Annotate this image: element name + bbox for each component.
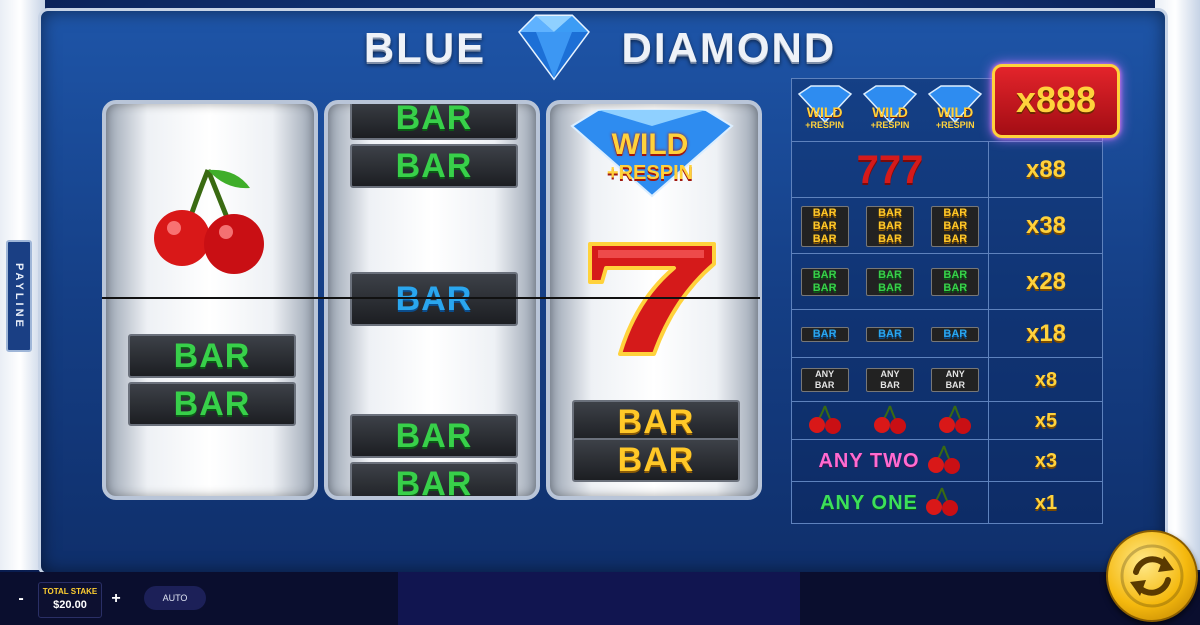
title-right: DIAMOND — [621, 24, 837, 72]
decrease-stake-button[interactable]: - — [10, 588, 32, 610]
wild-label: WILD — [611, 128, 689, 161]
cherry-icon — [926, 444, 962, 479]
reel1-bar-bottom: BAR — [128, 382, 296, 426]
respin-label: +RESPIN — [606, 162, 694, 184]
single-bar-icon: BAR — [931, 326, 980, 342]
top-prize-multiplier: x888 — [992, 64, 1120, 138]
single-bar-icon: BAR — [865, 326, 914, 342]
reel1-bar-top: BAR — [128, 334, 296, 378]
wild-diamond-icon: WILD +RESPIN — [795, 84, 855, 136]
cherry-icon — [872, 404, 908, 439]
reel-3: WILD +RESPIN BAR BAR — [546, 100, 762, 500]
double-bar-icon: BAR BAR — [800, 268, 849, 296]
triple-bar-icon: BAR BAR BAR — [931, 205, 980, 247]
double-bar-icon: BAR BAR — [931, 268, 980, 296]
paytable-row-triple-bar: BAR BAR BAR BAR BAR BAR BAR BAR BAR x38 — [792, 197, 1102, 254]
auto-spin-button[interactable]: AUTO — [144, 586, 206, 610]
title-left: BLUE — [363, 24, 487, 72]
single-bar-icon: BAR — [800, 326, 849, 342]
payline-line — [102, 297, 760, 299]
any-two-label: ANY TWO — [818, 449, 920, 472]
reel2-bar-3: BAR — [350, 414, 518, 458]
diamond-icon — [506, 10, 602, 92]
wild-diamond-icon: WILD +RESPIN — [925, 84, 985, 136]
stake-label: TOTAL STAKE — [42, 587, 98, 596]
triple-bar-icon: BAR BAR BAR — [800, 205, 849, 247]
reel-1: BAR BAR — [102, 100, 318, 500]
cherry-icon — [807, 404, 843, 439]
paytable-mult-any-bar: x8 — [988, 358, 1103, 402]
total-stake-display: TOTAL STAKE $20.00 — [38, 582, 102, 618]
paytable-mult-double-bar: x28 — [988, 254, 1103, 310]
any-bar-icon: ANY BAR — [931, 368, 980, 392]
control-bar-center — [398, 572, 800, 625]
respin-label: +RESPIN — [805, 120, 845, 130]
cherry-icon — [146, 160, 276, 283]
respin-label: +RESPIN — [870, 120, 910, 130]
wild-label: WILD — [872, 104, 908, 120]
spin-arrows-icon — [1120, 544, 1184, 608]
triple-bar-icon: BAR BAR BAR — [865, 205, 914, 247]
increase-stake-button[interactable]: + — [105, 588, 127, 610]
paytable-row-777: 777 x88 — [792, 141, 1102, 198]
paytable-mult-triple-bar: x38 — [988, 198, 1103, 254]
reel2-bar-2: BAR — [350, 144, 518, 188]
wild-diamond-icon: WILD +RESPIN — [860, 84, 920, 136]
any-bar-icon: ANY BAR — [865, 368, 914, 392]
paytable-row-any-one: ANY ONE x1 — [792, 481, 1102, 524]
wild-label: WILD — [806, 104, 843, 120]
paytable: WILD +RESPIN WILD +RESPIN WILD +RESPIN 7… — [791, 78, 1103, 524]
reel3-bar-bottom: BAR — [572, 438, 740, 482]
seven-icon: 777 — [856, 147, 924, 192]
double-bar-icon: BAR BAR — [865, 268, 914, 296]
reel-2: BAR BAR BAR BAR BAR — [324, 100, 540, 500]
any-bar-icon: ANY BAR — [800, 368, 849, 392]
paytable-mult-777: x88 — [988, 142, 1103, 198]
reel2-bar-center: BAR — [350, 272, 518, 326]
respin-label: +RESPIN — [935, 120, 975, 130]
reel2-bar-1: BAR — [350, 104, 518, 140]
paytable-mult-any-two: x3 — [988, 440, 1103, 482]
cherry-icon — [937, 404, 973, 439]
wild-label: WILD — [937, 104, 974, 120]
paytable-mult-any-one: x1 — [988, 482, 1103, 524]
paytable-mult-single-bar: x18 — [988, 310, 1103, 358]
any-one-label: ANY ONE — [820, 491, 918, 514]
spin-button[interactable] — [1106, 530, 1198, 622]
paytable-row-cherries: x5 — [792, 401, 1102, 440]
paytable-mult-cherries: x5 — [988, 402, 1103, 440]
seven-icon — [584, 238, 720, 363]
paytable-row-any-two: ANY TWO x3 — [792, 439, 1102, 482]
paytable-row-single-bar: BAR BAR BAR x18 — [792, 309, 1102, 358]
paytable-row-double-bar: BAR BAR BAR BAR BAR BAR x28 — [792, 253, 1102, 310]
cherry-icon — [924, 486, 960, 521]
reel2-bar-4: BAR — [350, 462, 518, 496]
payline-tab: PAYLINE — [6, 240, 32, 352]
paytable-row-any-bar: ANY BAR ANY BAR ANY BAR x8 — [792, 357, 1102, 402]
stake-value: $20.00 — [53, 599, 87, 611]
